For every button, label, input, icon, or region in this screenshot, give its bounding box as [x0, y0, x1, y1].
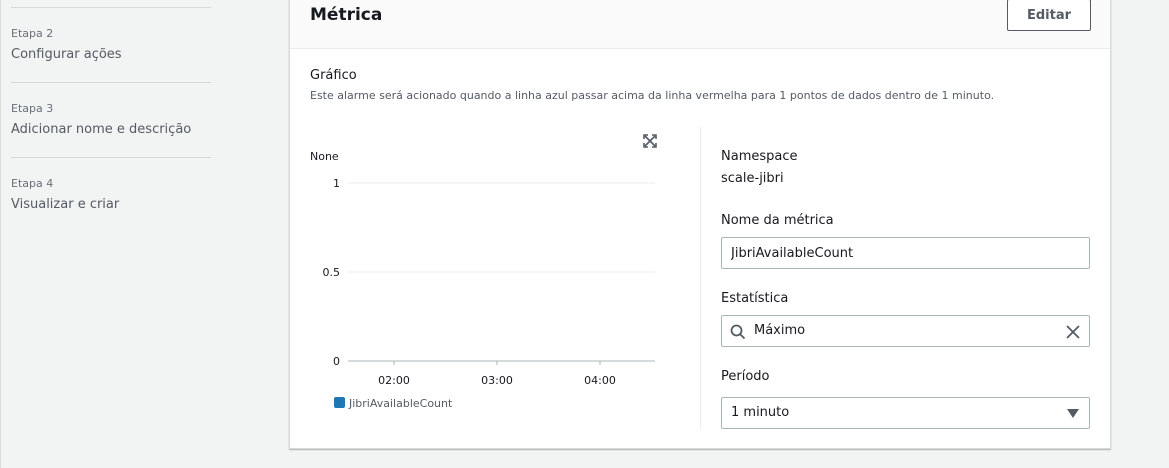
- namespace-value: scale-jibri: [721, 171, 784, 186]
- graph-description: Este alarme será acionado quando a linha…: [310, 89, 995, 102]
- caret-down-icon: [1067, 409, 1079, 418]
- step-2[interactable]: Etapa 2 Configurar ações: [11, 27, 122, 64]
- wizard-steps-sidebar: Etapa 2 Configurar ações Etapa 3 Adicion…: [0, 0, 220, 468]
- step-4[interactable]: Etapa 4 Visualizar e criar: [11, 177, 119, 214]
- search-icon: [730, 324, 746, 340]
- step-number: Etapa 4: [11, 177, 54, 190]
- step-label-review[interactable]: Visualizar e criar: [11, 196, 119, 214]
- legend-label: JibriAvailableCount: [348, 397, 453, 410]
- card-title: Métrica: [310, 5, 383, 25]
- y-tick-label: 1: [333, 177, 340, 190]
- statistic-label: Estatística: [721, 291, 789, 306]
- close-icon[interactable]: [1065, 324, 1081, 340]
- edit-button[interactable]: Editar: [1007, 0, 1091, 31]
- card-header: Métrica Editar: [290, 0, 1110, 49]
- step-divider: [11, 157, 211, 158]
- x-tick-label: 02:00: [378, 374, 410, 387]
- statistic-search-input[interactable]: Máximo: [721, 315, 1090, 347]
- period-select[interactable]: 1 minuto: [721, 397, 1090, 429]
- metric-name-label: Nome da métrica: [721, 213, 834, 228]
- step-label-add-name[interactable]: Adicionar nome e descrição: [11, 121, 191, 139]
- chart-form-divider: [700, 127, 701, 429]
- metric-name-field[interactable]: [721, 237, 1090, 269]
- step-divider: [11, 7, 211, 8]
- y-tick-label: 0.5: [323, 266, 341, 279]
- step-number: Etapa 3: [11, 102, 54, 115]
- graph-title: Gráfico: [310, 68, 357, 83]
- step-divider: [11, 82, 211, 83]
- period-label: Período: [721, 369, 770, 384]
- namespace-label: Namespace: [721, 149, 798, 164]
- step-label-configure-actions[interactable]: Configurar ações: [11, 46, 122, 64]
- step-number: Etapa 2: [11, 27, 54, 40]
- period-value: 1 minuto: [731, 405, 790, 420]
- x-tick-label: 03:00: [481, 374, 513, 387]
- step-3[interactable]: Etapa 3 Adicionar nome e descrição: [11, 102, 191, 139]
- metric-chart: None 1 0.5 0 02:00 03:00 04:00 JibriAvailableCo…: [310, 150, 655, 410]
- x-tick-label: 04:00: [584, 374, 616, 387]
- metric-card: Métrica Editar Gráfico Este alarme será …: [289, 0, 1111, 449]
- legend-swatch: [334, 397, 345, 408]
- statistic-value: Máximo: [754, 323, 806, 338]
- y-unit-label: None: [310, 150, 339, 163]
- y-tick-label: 0: [333, 355, 340, 368]
